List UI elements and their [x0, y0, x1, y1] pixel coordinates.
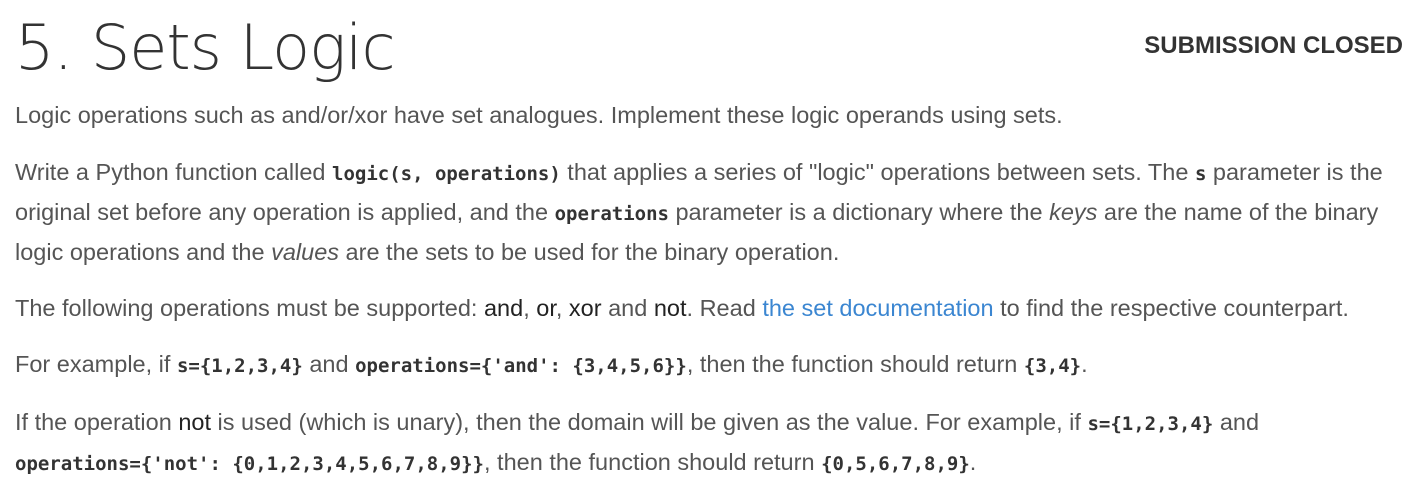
- problem-description: Logic operations such as and/or/xor have…: [15, 96, 1410, 501]
- submission-status: SUBMISSION CLOSED: [1144, 32, 1403, 59]
- text: and: [302, 351, 356, 377]
- text: For example, if: [15, 351, 177, 377]
- not-operation-paragraph: If the operation not is used (which is u…: [15, 403, 1410, 483]
- text: and: [1213, 409, 1260, 435]
- inline-code: operations={'and': {3,4,5,6}}: [355, 355, 687, 377]
- inline-code: s={1,2,3,4}: [176, 355, 303, 377]
- inline-code: {0,5,6,7,8,9}: [821, 453, 970, 475]
- text: .: [1081, 351, 1088, 377]
- keyword: or: [536, 295, 556, 321]
- function-description-paragraph: Write a Python function called logic(s, …: [15, 153, 1410, 271]
- keyword: xor: [568, 295, 602, 321]
- text: and: [601, 295, 654, 321]
- set-documentation-link[interactable]: the set documentation: [762, 295, 993, 321]
- text: to find the respective counterpart.: [993, 295, 1349, 321]
- text: ,: [523, 295, 537, 321]
- inline-code: s: [1194, 163, 1207, 185]
- example-paragraph: For example, if s={1,2,3,4} and operatio…: [15, 345, 1410, 385]
- intro-paragraph: Logic operations such as and/or/xor have…: [15, 102, 1063, 128]
- inline-code: s={1,2,3,4}: [1087, 413, 1214, 435]
- page-title: 5. Sets Logic: [15, 11, 396, 84]
- inline-code: operations={'not': {0,1,2,3,4,5,6,7,8,9}…: [15, 453, 484, 475]
- text: ,: [555, 295, 569, 321]
- text: are the sets to be used for the binary o…: [339, 239, 840, 265]
- operations-paragraph: The following operations must be support…: [15, 289, 1410, 327]
- text: that applies a series of "logic" operati…: [560, 159, 1195, 185]
- emphasis: values: [271, 239, 340, 265]
- inline-code: operations: [554, 203, 669, 225]
- text: parameter is a dictionary where the: [668, 199, 1050, 225]
- text: If the operation: [15, 409, 179, 435]
- text: , then the function should return: [484, 449, 822, 475]
- text: , then the function should return: [686, 351, 1024, 377]
- text: is used (which is unary), then the domai…: [210, 409, 1088, 435]
- text: Write a Python function called: [15, 159, 332, 185]
- emphasis: keys: [1049, 199, 1098, 225]
- keyword: not: [653, 295, 687, 321]
- text: .: [969, 449, 977, 475]
- inline-code: {3,4}: [1023, 355, 1082, 377]
- text: . Read: [686, 295, 763, 321]
- keyword: and: [483, 295, 524, 321]
- keyword: not: [178, 409, 211, 435]
- inline-code: logic(s, operations): [332, 163, 561, 185]
- text: The following operations must be support…: [15, 295, 484, 321]
